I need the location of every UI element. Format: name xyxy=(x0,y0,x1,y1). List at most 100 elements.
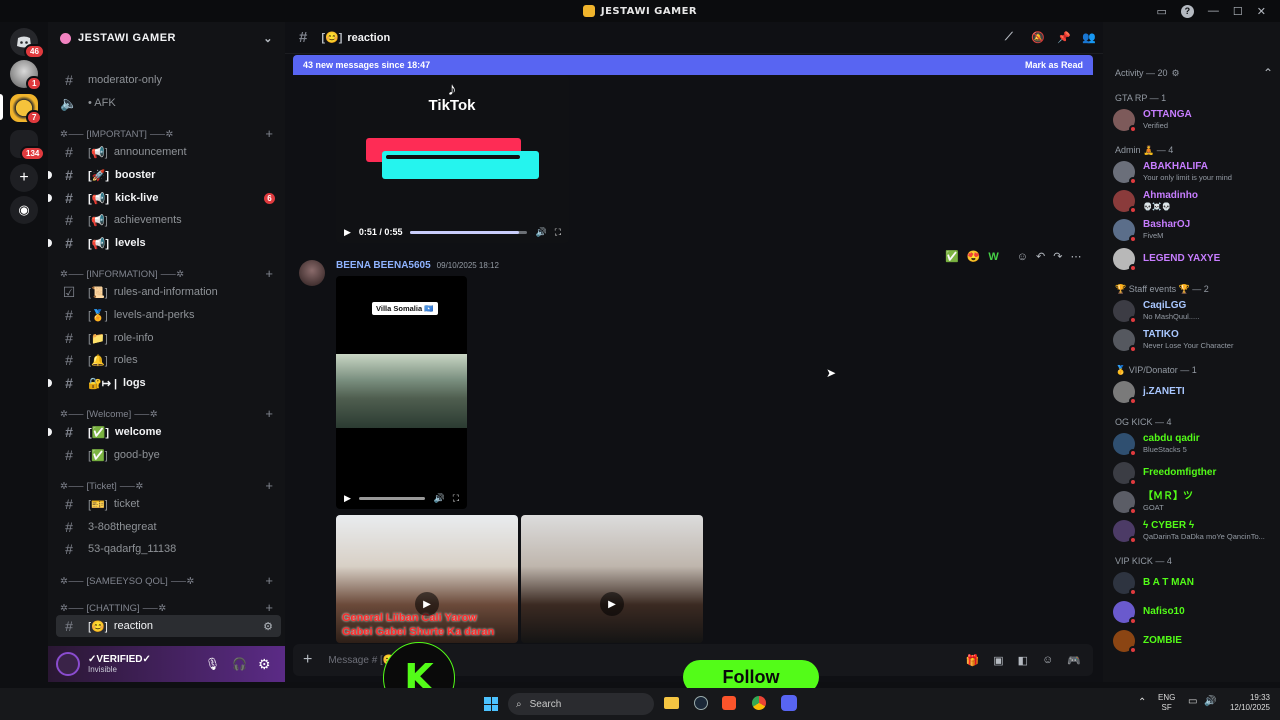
category-welcome[interactable]: ✲⸺ [Welcome] ⸺✲ + xyxy=(48,404,285,422)
category-ticket[interactable]: ✲⸺ [Ticket] ⸺✲ + xyxy=(48,476,285,494)
server-icon-avatar[interactable]: 1 xyxy=(10,60,43,91)
channel-achievements[interactable]: # [📢] achievements xyxy=(48,209,285,231)
add-channel-icon[interactable]: + xyxy=(265,573,273,588)
channel-afk[interactable]: 🔈 • AFK xyxy=(48,92,285,114)
discover-button[interactable]: ◉ xyxy=(10,196,38,224)
channel-booster[interactable]: # [🚀] booster xyxy=(48,164,285,186)
volume-tray-icon[interactable]: 🔊 xyxy=(1204,696,1216,707)
member-item[interactable]: LEGEND YAXYE xyxy=(1113,245,1273,273)
server-icon-folder[interactable]: 134 xyxy=(10,130,46,161)
server-icon-jestawi[interactable]: 7 xyxy=(10,94,43,125)
language-indicator[interactable]: ENG SF xyxy=(1158,693,1175,713)
channel-rules[interactable]: ☑ [📜] rules-and-information xyxy=(48,281,285,303)
forward-icon[interactable]: ↷ xyxy=(1053,250,1062,263)
user-avatar[interactable] xyxy=(56,652,80,676)
activities-icon[interactable]: 🎮 xyxy=(1067,654,1081,667)
maximize-button[interactable]: ☐ xyxy=(1233,5,1243,18)
emoji-icon[interactable]: ☺ xyxy=(1042,654,1053,667)
microphone-icon[interactable]: 🎙 xyxy=(205,657,220,671)
category-important[interactable]: ✲⸺ [IMPORTANT] ⸺✲ + xyxy=(48,124,285,142)
close-button[interactable]: ✕ xyxy=(1257,5,1266,18)
channel-levels[interactable]: # [📢] levels xyxy=(48,232,285,254)
discord-taskbar-icon[interactable] xyxy=(781,695,797,711)
add-channel-icon[interactable]: + xyxy=(265,478,273,493)
member-list-icon[interactable]: 👥 xyxy=(1082,31,1096,44)
fullscreen-icon[interactable]: ⛶ xyxy=(555,227,561,238)
message-author[interactable]: BEENA BEENA5605 xyxy=(336,260,431,271)
channel-logs[interactable]: # 🔐↦ | logs xyxy=(48,372,285,394)
channel-welcome[interactable]: # [✅] welcome xyxy=(48,421,285,443)
channel-ticket[interactable]: # [🎫] ticket xyxy=(48,493,285,515)
member-item[interactable]: ϟ CYBER ϟ QaDarinTa DaDka moYe QancinTo..… xyxy=(1113,517,1273,545)
play-icon[interactable]: ▶ xyxy=(344,227,351,238)
channel-levels-and-perks[interactable]: # [🏅] levels-and-perks xyxy=(48,304,285,326)
threads-icon[interactable]: ⟋ xyxy=(1005,31,1013,44)
inbox-icon[interactable]: ▭ xyxy=(1157,5,1167,18)
activity-header[interactable]: Activity — 20 ⚙ xyxy=(1115,68,1180,79)
tray-chevron-icon[interactable]: ⌃ xyxy=(1138,697,1146,708)
file-explorer-icon[interactable] xyxy=(664,697,679,709)
sticker-icon[interactable]: ◧ xyxy=(1018,654,1028,667)
member-item[interactable]: TATIKO Never Lose Your Character xyxy=(1113,326,1273,354)
settings-icon[interactable]: ⚙ xyxy=(263,620,273,633)
network-icon[interactable]: ▭ xyxy=(1188,696,1197,707)
channel-kick-live[interactable]: # [📢] kick-live 6 xyxy=(48,187,285,209)
channel-good-bye[interactable]: # [✅] good-bye xyxy=(48,444,285,466)
help-icon[interactable]: ? xyxy=(1180,4,1194,18)
volume-icon[interactable]: 🔊 xyxy=(433,493,444,504)
member-item[interactable]: 【ＭＲ】ツ GOAT xyxy=(1113,488,1273,516)
play-icon[interactable]: ▶ xyxy=(344,493,351,504)
channel-moderator-only[interactable]: # moderator-only xyxy=(48,69,285,91)
more-options-icon[interactable]: ⋯ xyxy=(1070,250,1081,263)
video-embed-villa-somalia[interactable]: Villa Somalia 🇸🇴 ▶ 🔊 ⛶ xyxy=(336,276,467,509)
gear-icon[interactable]: ⚙ xyxy=(258,656,271,673)
check-reaction-icon[interactable]: ✅ xyxy=(945,250,959,263)
reply-icon[interactable]: ↶ xyxy=(1036,250,1045,263)
channel-ticket-1[interactable]: #3-8o8thegreat xyxy=(48,516,285,538)
chrome-icon[interactable] xyxy=(752,696,766,710)
pin-icon[interactable]: 📌 xyxy=(1057,31,1071,44)
brave-icon[interactable] xyxy=(722,696,736,710)
direct-messages-button[interactable]: 46 xyxy=(10,28,45,59)
member-item[interactable]: cabdu qadir BlueStacks 5 xyxy=(1113,430,1273,458)
member-item[interactable]: ZOMBIE xyxy=(1113,627,1273,655)
member-item[interactable]: B A T MAN xyxy=(1113,569,1273,597)
member-item[interactable]: Nafiso10 xyxy=(1113,598,1273,626)
add-channel-icon[interactable]: + xyxy=(265,406,273,421)
gift-icon[interactable]: 🎁 xyxy=(966,654,980,667)
category-sameeyso[interactable]: ✲⸺ [SAMEEYSO QOL] ⸺✲ + xyxy=(48,571,285,589)
add-reaction-icon[interactable]: ☺ xyxy=(1017,251,1028,263)
category-information[interactable]: ✲⸺ [INFORMATION] ⸺✲ + xyxy=(48,264,285,282)
video-embed-tiktok[interactable]: ♪ TikTok ▶ 0:51 / 0:55 🔊 ⛶ xyxy=(336,75,569,243)
member-item[interactable]: CaqiLGG No MashQuul..... xyxy=(1113,297,1273,325)
video-thumbnail-1[interactable]: General Liiban Cali Yarow Gabei Gabei Sh… xyxy=(336,515,518,643)
play-overlay-icon[interactable]: ▶ xyxy=(415,592,439,616)
add-channel-icon[interactable]: + xyxy=(265,266,273,281)
add-channel-icon[interactable]: + xyxy=(265,600,273,615)
video-progress[interactable] xyxy=(358,496,426,500)
server-header[interactable]: JESTAWI GAMER ⌄ xyxy=(48,22,285,54)
channel-announcement[interactable]: # [📢] announcement xyxy=(48,141,285,163)
video-thumbnail-2[interactable]: ▶ xyxy=(521,515,703,643)
message-avatar[interactable] xyxy=(299,260,325,286)
add-attachment-icon[interactable]: + xyxy=(303,651,312,669)
mute-bell-icon[interactable]: 🔕 xyxy=(1031,31,1045,44)
member-item[interactable]: BasharOJ FiveM xyxy=(1113,216,1273,244)
category-chatting[interactable]: ✲⸺ [CHATTING] ⸺✲ + xyxy=(48,598,285,616)
start-button[interactable] xyxy=(484,697,498,711)
fullscreen-icon[interactable]: ⛶ xyxy=(453,493,459,504)
channel-reaction[interactable]: # [😊] reaction ⚙ xyxy=(56,615,281,637)
collapse-icon[interactable]: ⌃ xyxy=(1263,66,1273,80)
w-reaction[interactable]: W xyxy=(988,251,998,263)
member-item[interactable]: ABAKHALIFA Your only limit is your mind xyxy=(1113,158,1273,186)
headphones-icon[interactable]: 🎧 xyxy=(232,657,247,671)
gif-icon[interactable]: ▣ xyxy=(993,654,1003,667)
member-item[interactable]: Ahmadinho 💀☠️💀 xyxy=(1113,187,1273,215)
add-server-button[interactable]: + xyxy=(10,164,38,192)
taskbar-search[interactable]: ⌕ Search xyxy=(508,693,654,715)
channel-ticket-2[interactable]: #53-qadarfg_11138 xyxy=(48,538,285,560)
member-item[interactable]: j.ZANETI xyxy=(1113,378,1273,406)
steam-icon[interactable] xyxy=(694,696,708,710)
mark-as-read-button[interactable]: Mark as Read xyxy=(1025,60,1083,70)
play-overlay-icon[interactable]: ▶ xyxy=(600,592,624,616)
